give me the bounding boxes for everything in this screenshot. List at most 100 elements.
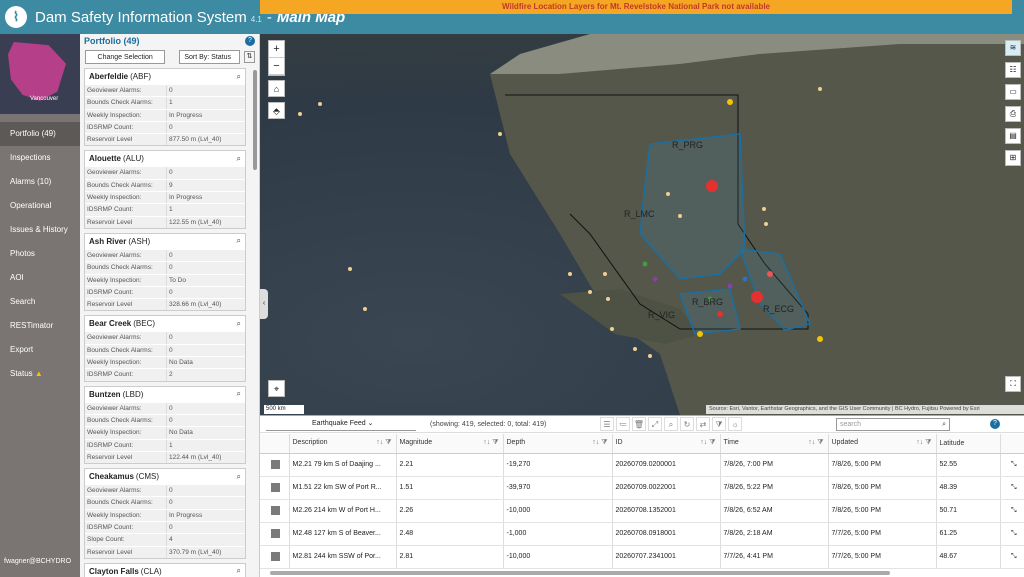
dam-card[interactable]: Clayton Falls (CLA) ⌕ xyxy=(84,562,246,577)
nav-status[interactable]: Status ▲ xyxy=(0,362,80,386)
dam-card[interactable]: Ash River (ASH) ⌕ Geoviewer Alarms: 0 Bounds … xyxy=(84,232,246,312)
refresh-icon[interactable]: ↻ xyxy=(680,417,694,431)
basemap-icon[interactable]: ▭ xyxy=(1005,84,1021,100)
nav-portfolio[interactable]: Portfolio (49) xyxy=(0,122,80,146)
row-select-cell[interactable] xyxy=(260,453,290,477)
zoom-to-row-icon[interactable]: ⤡ xyxy=(1000,522,1024,546)
dam-card[interactable]: Cheakamus (CMS) ⌕ Geoviewer Alarms: 0 Bounds … xyxy=(84,468,246,559)
table-cell: 20260708.1352001 xyxy=(612,499,721,523)
dam-card[interactable]: Bear Creek (BEC) ⌕ Geoviewer Alarms: 0 Bounds… xyxy=(84,315,246,382)
search-icon[interactable]: ⌕ xyxy=(237,566,241,576)
table-horizontal-scrollbar[interactable] xyxy=(262,571,1022,575)
main-map[interactable]: + − ⌂ ⬘ ⌖ ‹ ≋ ☷ ▭ ⎙ ▤ ⊞ ⛶ R_PRG R_LMC R_… xyxy=(260,34,1024,415)
bc-region-shape xyxy=(8,42,66,101)
layer-select[interactable]: Earthquake Feed ⌄ xyxy=(266,418,416,431)
row-checkbox[interactable] xyxy=(271,483,281,492)
table-cell: M2.21 79 km S of Daajing ... xyxy=(289,453,397,477)
table-cell: 2.26 xyxy=(396,499,504,523)
row-select-cell[interactable] xyxy=(260,522,290,546)
row-select-cell[interactable] xyxy=(260,545,290,569)
table-row[interactable]: M2.21 79 km S of Daajing ... 2.21 -19,270 2… xyxy=(260,453,1024,477)
print-icon[interactable]: ⎙ xyxy=(1005,106,1021,122)
column-header-time[interactable]: Time ↑↓ ⧩ xyxy=(720,434,829,454)
database-icon[interactable]: ☷ xyxy=(1005,62,1021,78)
collapse-panel-handle[interactable]: ‹ xyxy=(260,289,268,319)
zoom-to-row-icon[interactable]: ⤡ xyxy=(1000,499,1024,523)
zoom-in-button[interactable]: + xyxy=(269,41,284,58)
nav-aoi[interactable]: AOI xyxy=(0,266,80,290)
column-header-updated[interactable]: Updated ↑↓ ⧩ xyxy=(828,434,937,454)
zoom-to-icon[interactable]: ⤢ xyxy=(648,417,662,431)
dam-card[interactable]: Aberfeldie (ABF) ⌕ Geoviewer Alarms: 0 Bounds… xyxy=(84,68,246,147)
column-header-magnitude[interactable]: Magnitude ↑↓ ⧩ xyxy=(396,434,504,454)
fullscreen-icon[interactable]: ⛶ xyxy=(1005,376,1021,392)
list-icon[interactable]: ☰ xyxy=(600,417,614,431)
zoom-to-row-icon[interactable]: ⤡ xyxy=(1000,453,1024,477)
delete-icon[interactable]: 🗑 xyxy=(632,417,646,431)
zoom-to-row-icon[interactable]: ⤡ xyxy=(1000,476,1024,500)
nav-operational[interactable]: Operational xyxy=(0,194,80,218)
table-row[interactable]: M2.26 214 km W of Port H... 2.26 -10,000 20… xyxy=(260,499,1024,523)
search-icon[interactable]: ⌕ xyxy=(237,236,241,246)
layers-icon[interactable]: ≋ xyxy=(1005,40,1021,56)
sort-by-select[interactable]: Sort By: Status ⌄ xyxy=(179,50,240,72)
table-cell: 7/8/26, 5:00 PM xyxy=(828,499,937,523)
search-icon[interactable]: ⌕ xyxy=(237,72,241,82)
nav-inspections[interactable]: Inspections xyxy=(0,146,80,170)
search-icon[interactable]: ⌕ xyxy=(237,389,241,399)
overview-map-thumbnail[interactable]: Vancouver xyxy=(0,34,80,114)
home-icon[interactable]: ⌂ xyxy=(268,80,285,97)
switch-icon[interactable]: ⇄ xyxy=(696,417,710,431)
help-icon[interactable]: ? xyxy=(990,419,1000,429)
dam-stat-row: IDSRMP Count: 0 xyxy=(85,285,245,299)
table-row[interactable]: M1.51 22 km SW of Port R... 1.51 -39,970 20… xyxy=(260,476,1024,500)
search-icon[interactable]: ⌕ xyxy=(237,154,241,164)
row-checkbox[interactable] xyxy=(271,460,281,469)
column-header-description[interactable]: Description ↑↓ ⧩ xyxy=(289,434,397,454)
search-icon[interactable]: ⌕ xyxy=(237,319,241,329)
locate-icon[interactable]: ⌖ xyxy=(268,380,285,397)
nav-photos[interactable]: Photos xyxy=(0,242,80,266)
change-selection-button[interactable]: Change Selection xyxy=(85,50,166,64)
nav-alarms[interactable]: Alarms (10) xyxy=(0,170,80,194)
options-icon[interactable]: ☼ xyxy=(728,417,742,431)
table-cell: 20260709.0022001 xyxy=(612,476,721,500)
filter-icon[interactable]: ⧩ xyxy=(712,417,726,431)
column-header-id[interactable]: ID ↑↓ ⧩ xyxy=(612,434,721,454)
table-row[interactable]: M2.48 127 km S of Beaver... 2.48 -1,000 202… xyxy=(260,522,1024,546)
help-icon[interactable]: ? xyxy=(245,36,255,46)
table-cell: 1.51 xyxy=(396,476,504,500)
portfolio-scrollbar[interactable] xyxy=(253,70,257,170)
column-header-depth[interactable]: Depth ↑↓ ⧩ xyxy=(503,434,613,454)
nav-export[interactable]: Export xyxy=(0,338,80,362)
measure-icon[interactable]: ▤ xyxy=(1005,128,1021,144)
row-checkbox[interactable] xyxy=(271,529,281,538)
nav-issues-history[interactable]: Issues & History xyxy=(0,218,80,242)
row-checkbox[interactable] xyxy=(271,552,281,561)
table-cell: 20260708.0918001 xyxy=(612,522,721,546)
row-select-cell[interactable] xyxy=(260,499,290,523)
nav-search[interactable]: Search xyxy=(0,290,80,314)
row-checkbox[interactable] xyxy=(271,506,281,515)
dam-stat-label: Geoviewer Alarms: xyxy=(85,85,167,97)
search-icon[interactable]: ⌕ xyxy=(664,417,678,431)
table-row[interactable]: M2.81 244 km SSW of Por... 2.81 -10,000 202… xyxy=(260,545,1024,569)
status-marker xyxy=(742,276,748,282)
zoom-to-row-icon[interactable]: ⤡ xyxy=(1000,545,1024,569)
nav-restimator[interactable]: RESTimator xyxy=(0,314,80,338)
filter-list-icon[interactable]: ≔ xyxy=(616,417,630,431)
dam-card[interactable]: Buntzen (LBD) ⌕ Geoviewer Alarms: 0 Bounds Ch… xyxy=(84,385,246,465)
table-cell: -19,270 xyxy=(503,453,613,477)
row-select-cell[interactable] xyxy=(260,476,290,500)
table-icon[interactable]: ⊞ xyxy=(1005,150,1021,166)
scrollbar-thumb[interactable] xyxy=(270,571,890,575)
table-search-input[interactable]: search ⌕ xyxy=(836,417,950,431)
compass-icon[interactable]: ⬘ xyxy=(268,102,285,119)
zoom-out-button[interactable]: − xyxy=(269,58,284,75)
sort-order-icon[interactable]: ⇅ xyxy=(243,51,255,63)
user-name[interactable]: fwagner@BCHYDRO xyxy=(4,558,71,565)
column-header-latitude[interactable]: Latitude xyxy=(936,434,1001,454)
dam-stat-row: Weekly Inspection: In Progress xyxy=(85,508,245,522)
dam-card[interactable]: Alouette (ALU) ⌕ Geoviewer Alarms: 0 Bounds C… xyxy=(84,150,246,229)
search-icon[interactable]: ⌕ xyxy=(237,472,241,482)
